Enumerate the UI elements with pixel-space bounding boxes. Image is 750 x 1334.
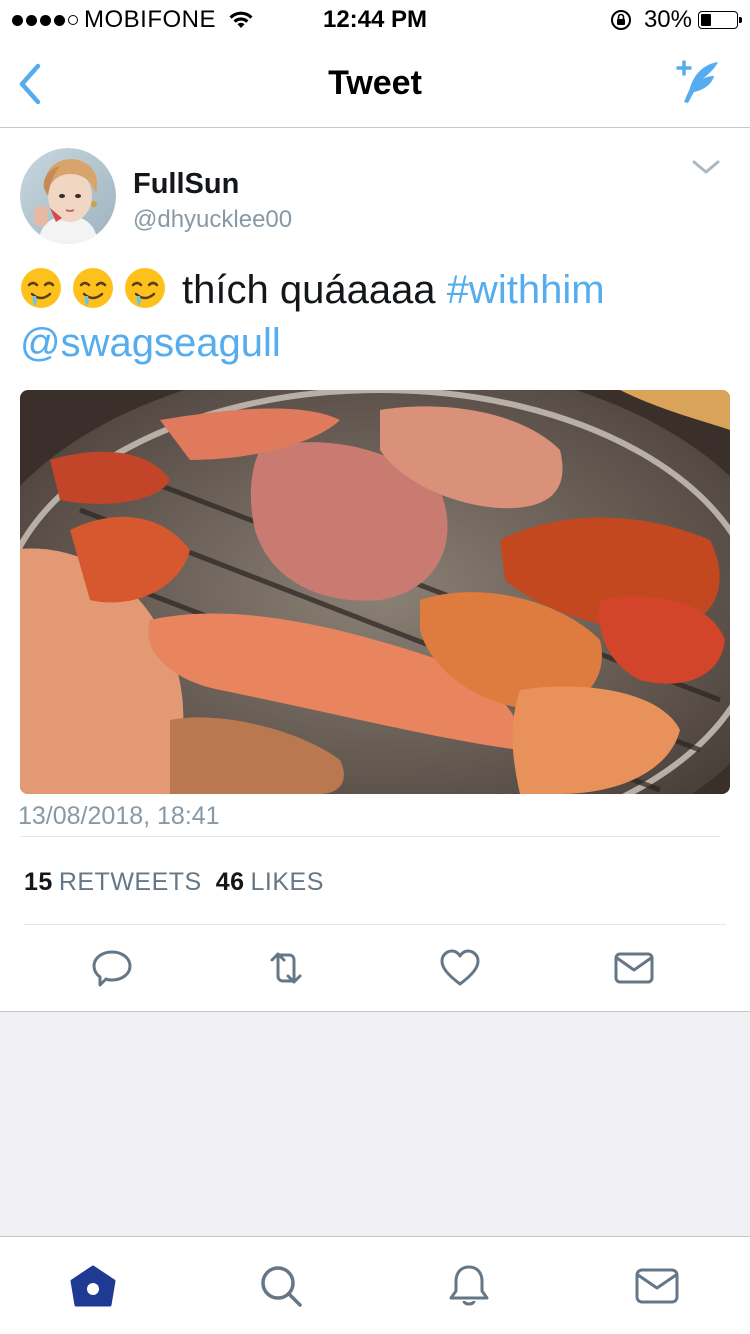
rotation-lock-icon (610, 10, 631, 30)
author-name[interactable]: FullSun (133, 168, 239, 201)
tab-bar (0, 1236, 750, 1334)
tweet-body: thích quáaaaa (182, 268, 436, 312)
tweet-actions (0, 942, 750, 992)
tweet-photo[interactable] (20, 390, 730, 794)
author-handle[interactable]: @dhyucklee00 (133, 206, 292, 234)
page-title: Tweet (328, 64, 422, 102)
emoji-group (20, 264, 176, 317)
drooling-face-icon (73, 268, 113, 308)
messages-icon[interactable] (632, 1263, 682, 1309)
like-icon[interactable] (438, 946, 482, 990)
chevron-down-icon[interactable] (690, 156, 722, 178)
battery-percent: 30% (643, 6, 692, 33)
mention-link[interactable]: @swagseagull (20, 321, 281, 365)
reply-icon[interactable] (90, 946, 134, 990)
hashtag-link[interactable]: #withhim (447, 268, 605, 312)
retweets-stat[interactable]: 15 RETWEETS (24, 868, 202, 897)
likes-label: LIKES (250, 868, 324, 896)
background-area (0, 1012, 750, 1236)
likes-stat[interactable]: 46 LIKES (216, 868, 324, 897)
status-bar: MOBIFONE 12:44 PM 30% (0, 0, 750, 40)
battery-icon (698, 11, 742, 29)
drooling-face-icon (125, 268, 165, 308)
divider (20, 836, 720, 837)
avatar[interactable] (20, 148, 116, 244)
compose-tweet-icon[interactable] (670, 58, 722, 106)
direct-message-icon[interactable] (612, 946, 656, 990)
retweets-count: 15 (24, 868, 53, 896)
home-icon[interactable] (68, 1263, 118, 1309)
tweet-detail: FullSun @dhyucklee00 thích quáaaaa #with… (0, 128, 750, 1012)
drooling-face-icon (21, 268, 61, 308)
tweet-text: thích quáaaaa #withhim @swagseagull (20, 264, 730, 370)
search-icon[interactable] (256, 1263, 306, 1309)
tweet-stats: 15 RETWEETS 46 LIKES (24, 868, 324, 897)
status-right: 30% (610, 6, 742, 34)
navigation-bar: Tweet (0, 40, 750, 128)
retweet-icon[interactable] (264, 946, 308, 990)
divider (24, 924, 726, 925)
retweets-label: RETWEETS (58, 868, 202, 896)
notifications-icon[interactable] (444, 1263, 494, 1309)
likes-count: 46 (215, 868, 245, 896)
tweet-timestamp: 13/08/2018, 18:41 (18, 802, 220, 830)
